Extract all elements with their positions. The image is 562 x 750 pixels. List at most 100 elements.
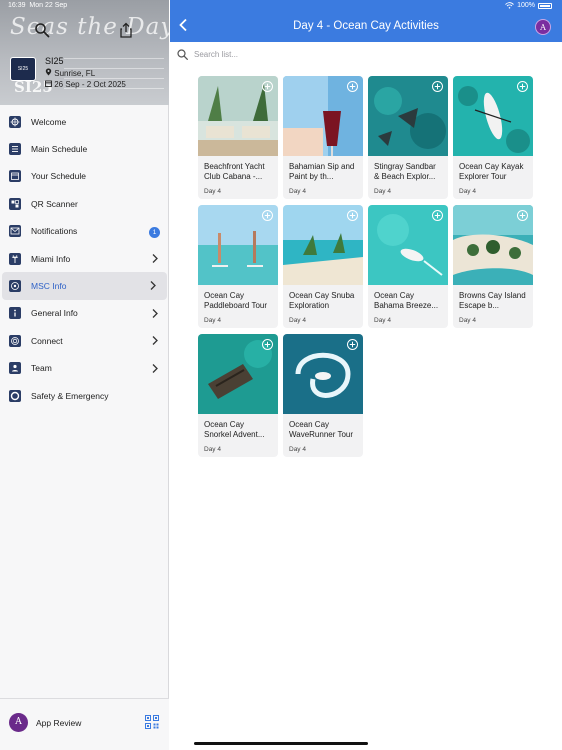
- activity-card[interactable]: Ocean Cay Bahama Breeze... Day 4: [368, 205, 448, 328]
- add-icon[interactable]: [432, 81, 443, 92]
- activity-image: [368, 205, 448, 285]
- activity-image: [368, 76, 448, 156]
- activity-title: Ocean Cay WaveRunner Tour: [289, 420, 354, 439]
- search-input[interactable]: [194, 49, 514, 59]
- chevron-right-icon: [150, 281, 156, 291]
- activity-card[interactable]: Beachfront Yacht Club Cabana -... Day 4: [198, 76, 278, 199]
- search-bar[interactable]: [177, 47, 547, 61]
- activity-day: Day 4: [459, 317, 476, 324]
- activity-day: Day 4: [204, 188, 221, 195]
- status-time: 16:39 Mon 22 Sep: [8, 2, 68, 9]
- mail-icon: [9, 225, 21, 238]
- app-logo: SI25: [10, 57, 36, 81]
- search-icon: [177, 48, 188, 60]
- sidebar-item-label: QR Scanner: [31, 198, 78, 209]
- sidebar-item-label: Your Schedule: [31, 171, 86, 182]
- activity-image: [198, 334, 278, 414]
- main-content: 100% Day 4 - Ocean Cay Activities A Beac…: [170, 0, 562, 750]
- sidebar-item-label: Connect: [31, 335, 63, 346]
- sidebar-item-main-schedule[interactable]: Main Schedule: [0, 135, 169, 162]
- activity-image: [283, 76, 363, 156]
- app-location: Sunrise, FL: [45, 68, 95, 78]
- activity-image: [198, 205, 278, 285]
- header-avatar[interactable]: A: [535, 19, 551, 35]
- activity-day: Day 4: [374, 188, 391, 195]
- sidebar-item-general-info[interactable]: General Info: [0, 300, 169, 327]
- activity-card[interactable]: Ocean Cay Kayak Explorer Tour Day 4: [453, 76, 533, 199]
- location-pin-icon: [45, 68, 52, 76]
- top-nav-bar: 100% Day 4 - Ocean Cay Activities A: [170, 0, 562, 42]
- add-icon[interactable]: [517, 210, 528, 221]
- user-avatar[interactable]: A: [9, 713, 28, 732]
- sidebar-item-label: Safety & Emergency: [31, 390, 109, 401]
- sidebar-item-label: Welcome: [31, 116, 67, 127]
- qr-code-icon[interactable]: [145, 715, 159, 729]
- sidebar-item-team[interactable]: Team: [0, 355, 169, 382]
- info-icon: [9, 307, 21, 320]
- activity-title: Stingray Sandbar & Beach Explor...: [374, 162, 436, 181]
- add-icon[interactable]: [517, 81, 528, 92]
- sidebar-item-welcome[interactable]: Welcome: [0, 108, 169, 135]
- sidebar-footer: A App Review: [0, 698, 169, 750]
- add-icon[interactable]: [262, 339, 273, 350]
- activity-title: Browns Cay Island Escape b...: [459, 291, 526, 310]
- activity-title: Ocean Cay Kayak Explorer Tour: [459, 162, 524, 181]
- qr-scanner-icon: [9, 197, 21, 210]
- calendar-small-icon: [45, 80, 52, 87]
- event-hero-banner: Seas the Day SI25 16:39 Mon 22 Sep SI25 …: [0, 0, 169, 105]
- add-icon[interactable]: [262, 210, 273, 221]
- sidebar-nav: Welcome Main Schedule Your Schedule QR S…: [0, 108, 169, 409]
- activity-day: Day 4: [289, 446, 306, 453]
- activity-card[interactable]: Ocean Cay Snorkel Advent... Day 4: [198, 334, 278, 457]
- activity-card[interactable]: Browns Cay Island Escape b... Day 4: [453, 205, 533, 328]
- team-icon: [9, 362, 21, 375]
- add-icon[interactable]: [347, 210, 358, 221]
- sidebar-item-label: Miami Info: [31, 253, 71, 264]
- sidebar: Seas the Day SI25 16:39 Mon 22 Sep SI25 …: [0, 0, 169, 750]
- sidebar-item-label: MSC Info: [31, 281, 67, 292]
- activity-day: Day 4: [289, 317, 306, 324]
- schedule-icon: [9, 143, 21, 156]
- activity-card[interactable]: Ocean Cay Snuba Exploration Day 4: [283, 205, 363, 328]
- notification-badge: 1: [149, 226, 160, 238]
- share-icon[interactable]: [118, 22, 134, 38]
- app-dates: 26 Sep - 2 Oct 2025: [45, 80, 126, 89]
- activity-day: Day 4: [374, 317, 391, 324]
- sidebar-item-msc-info[interactable]: MSC Info: [2, 272, 167, 300]
- activity-title: Beachfront Yacht Club Cabana -...: [204, 162, 265, 181]
- activity-day: Day 4: [204, 446, 221, 453]
- activity-card[interactable]: Bahamian Sip and Paint by th... Day 4: [283, 76, 363, 199]
- activity-day: Day 4: [289, 188, 306, 195]
- activity-title: Ocean Cay Snuba Exploration: [289, 291, 355, 310]
- sidebar-item-notifications[interactable]: Notifications 1: [0, 218, 169, 245]
- activity-title: Ocean Cay Bahama Breeze...: [374, 291, 439, 310]
- connect-icon: [9, 334, 21, 347]
- sidebar-item-safety[interactable]: Safety & Emergency: [0, 382, 169, 409]
- chevron-right-icon: [152, 336, 158, 346]
- sidebar-item-your-schedule[interactable]: Your Schedule: [0, 163, 169, 190]
- activity-image: [283, 334, 363, 414]
- activity-card[interactable]: Ocean Cay Paddleboard Tour Day 4: [198, 205, 278, 328]
- calendar-icon: [9, 170, 21, 183]
- activity-image: [453, 76, 533, 156]
- activity-image: [283, 205, 363, 285]
- sidebar-item-label: Main Schedule: [31, 144, 88, 155]
- activity-card[interactable]: Ocean Cay WaveRunner Tour Day 4: [283, 334, 363, 457]
- search-icon[interactable]: [34, 22, 50, 38]
- battery-icon: [538, 2, 552, 9]
- sidebar-item-label: General Info: [31, 308, 78, 319]
- add-icon[interactable]: [347, 81, 358, 92]
- add-icon[interactable]: [432, 210, 443, 221]
- activity-card[interactable]: Stingray Sandbar & Beach Explor... Day 4: [368, 76, 448, 199]
- activity-day: Day 4: [459, 188, 476, 195]
- add-icon[interactable]: [262, 81, 273, 92]
- sidebar-item-qr-scanner[interactable]: QR Scanner: [0, 190, 169, 217]
- sidebar-item-label: Team: [31, 363, 52, 374]
- page-title: Day 4 - Ocean Cay Activities: [293, 20, 439, 32]
- chevron-right-icon: [152, 363, 158, 373]
- sidebar-item-connect[interactable]: Connect: [0, 327, 169, 354]
- sidebar-item-miami-info[interactable]: Miami Info: [0, 245, 169, 272]
- add-icon[interactable]: [347, 339, 358, 350]
- chevron-right-icon: [152, 308, 158, 318]
- user-name[interactable]: App Review: [36, 718, 81, 728]
